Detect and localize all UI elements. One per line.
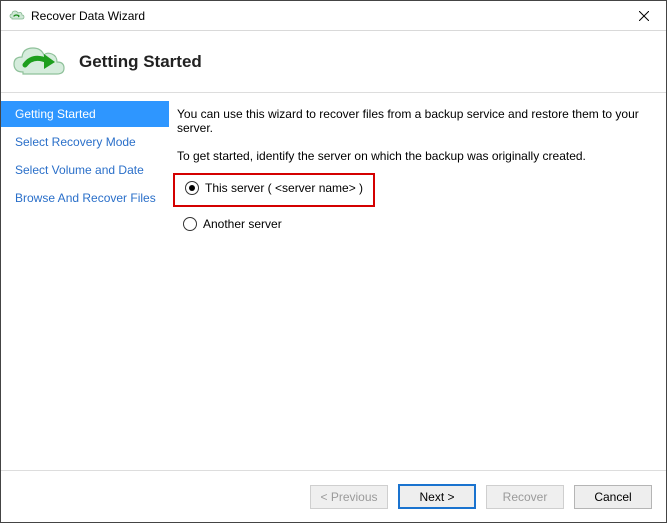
- titlebar: Recover Data Wizard: [1, 1, 666, 31]
- page-title: Getting Started: [79, 52, 202, 72]
- previous-button: < Previous: [310, 485, 388, 509]
- step-select-recovery-mode[interactable]: Select Recovery Mode: [1, 129, 169, 155]
- prompt-text: To get started, identify the server on w…: [177, 149, 650, 163]
- recover-button: Recover: [486, 485, 564, 509]
- close-icon: [639, 11, 649, 21]
- radio-icon: [183, 217, 197, 231]
- window-title: Recover Data Wizard: [31, 9, 622, 23]
- close-button[interactable]: [622, 1, 666, 30]
- step-select-volume-date[interactable]: Select Volume and Date: [1, 157, 169, 183]
- wizard-window: Recover Data Wizard Getting Started Gett…: [0, 0, 667, 523]
- radio-icon: [185, 181, 199, 195]
- main-panel: You can use this wizard to recover files…: [169, 93, 666, 470]
- step-getting-started[interactable]: Getting Started: [1, 101, 169, 127]
- radio-another-server-label: Another server: [203, 217, 282, 231]
- step-sidebar: Getting Started Select Recovery Mode Sel…: [1, 93, 169, 470]
- wizard-body: Getting Started Select Recovery Mode Sel…: [1, 93, 666, 470]
- cloud-restore-icon: [11, 42, 67, 82]
- cancel-button[interactable]: Cancel: [574, 485, 652, 509]
- intro-text: You can use this wizard to recover files…: [177, 107, 650, 135]
- next-button[interactable]: Next >: [398, 484, 476, 509]
- app-icon: [9, 8, 25, 24]
- button-bar: < Previous Next > Recover Cancel: [1, 470, 666, 522]
- radio-this-server[interactable]: This server ( <server name> ): [181, 179, 367, 197]
- radio-this-server-label: This server ( <server name> ): [205, 181, 363, 195]
- step-browse-recover-files[interactable]: Browse And Recover Files: [1, 185, 169, 211]
- highlight-box: This server ( <server name> ): [173, 173, 375, 207]
- radio-another-server[interactable]: Another server: [179, 215, 650, 233]
- wizard-header: Getting Started: [1, 31, 666, 93]
